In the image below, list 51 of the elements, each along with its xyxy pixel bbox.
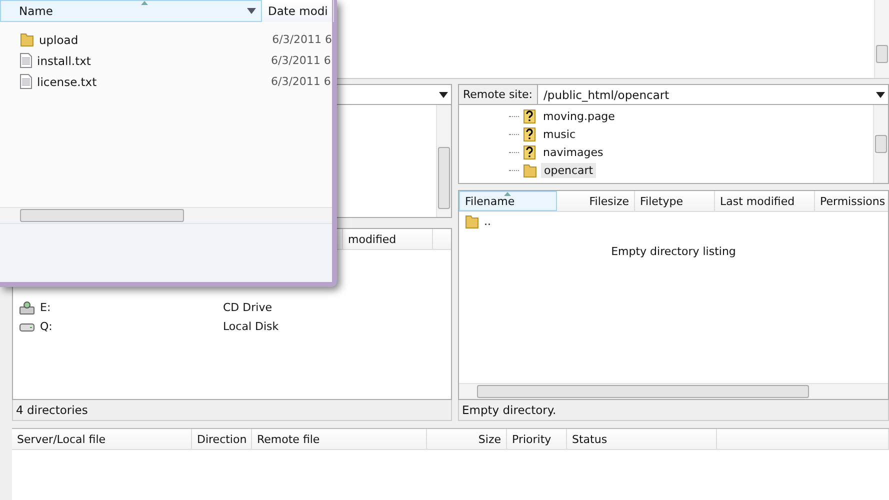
column-header[interactable]: Direction	[192, 429, 252, 449]
column-header[interactable]: Date modi	[262, 0, 334, 22]
folder-icon	[465, 214, 479, 229]
disk-drive-icon	[19, 322, 35, 332]
scrollbar[interactable]	[874, 0, 889, 78]
scrollbar[interactable]	[0, 207, 332, 223]
scrollbar[interactable]	[873, 105, 888, 183]
column-header[interactable]: Size	[427, 429, 507, 449]
tree-item[interactable]: music	[540, 126, 579, 142]
tree-item[interactable]: navimages	[540, 144, 606, 160]
drive-name[interactable]: E:	[40, 301, 218, 314]
unknown-folder-icon	[523, 144, 536, 160]
column-header[interactable]: Permissions	[815, 191, 889, 211]
unknown-folder-icon	[523, 126, 536, 142]
empty-listing-text: Empty directory listing	[610, 245, 737, 258]
dropdown-caret-icon[interactable]	[247, 8, 256, 14]
date-text: 6/3/2011 6	[271, 54, 331, 67]
sort-arrow-icon	[504, 192, 511, 196]
tree-item[interactable]: opencart	[541, 162, 596, 178]
date-text: 6/3/2011 6	[271, 75, 331, 88]
column-header[interactable]: Status	[567, 429, 717, 449]
drive-name[interactable]: Q:	[40, 320, 218, 333]
folder-icon	[523, 162, 537, 178]
column-header[interactable]: Filetype	[635, 191, 715, 211]
sort-arrow-icon	[141, 1, 148, 5]
document-icon	[20, 74, 32, 89]
dropdown-caret-icon[interactable]	[439, 92, 448, 98]
column-header[interactable]: Filesize	[557, 191, 635, 211]
scrollbar[interactable]	[459, 383, 888, 399]
date-text: 6/3/2011 6	[272, 33, 332, 46]
column-header[interactable]: Last modified	[715, 191, 815, 211]
status-text: Empty directory.	[458, 400, 889, 421]
column-header[interactable]: Priority	[507, 429, 567, 449]
column-header[interactable]: Name	[0, 0, 262, 22]
column-header[interactable]: modified	[343, 229, 433, 249]
column-header[interactable]: Server/Local file	[12, 429, 192, 449]
tree-item[interactable]: moving.page	[540, 108, 618, 124]
column-header[interactable]: Filename	[459, 191, 557, 211]
drive-type: Local Disk	[223, 320, 279, 333]
scrollbar[interactable]	[436, 105, 451, 217]
column-header[interactable]: Remote file	[252, 429, 427, 449]
file-name[interactable]: upload	[38, 32, 272, 46]
cd-drive-icon	[19, 300, 35, 314]
file-name[interactable]: license.txt	[37, 74, 271, 88]
drive-type: CD Drive	[223, 301, 272, 314]
file-name[interactable]: ..	[484, 215, 491, 228]
file-name[interactable]: install.txt	[37, 54, 271, 68]
unknown-folder-icon	[523, 108, 536, 124]
document-icon	[20, 53, 32, 68]
status-text: 4 directories	[12, 400, 452, 421]
folder-icon	[20, 32, 34, 47]
